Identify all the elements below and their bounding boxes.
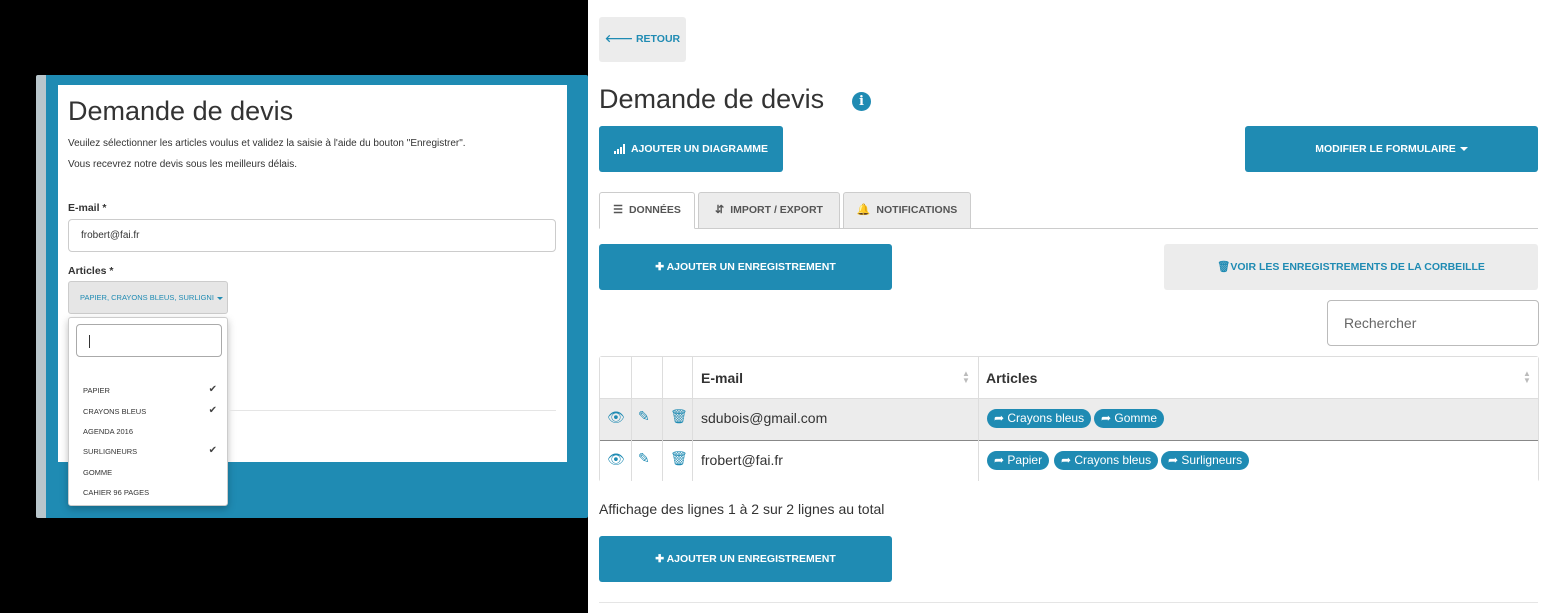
form-preview-intro-line2: Vous recevrez notre devis sous les meill… <box>68 159 297 170</box>
sort-icon[interactable]: ▲ ▼ <box>1523 370 1531 385</box>
trash-icon: 🗑 <box>1217 261 1231 273</box>
tab-label: NOTIFICATIONS <box>876 204 958 216</box>
pencil-icon[interactable]: ✎ <box>638 408 650 425</box>
dropdown-search-input[interactable] <box>76 324 222 357</box>
check-icon: ✔ <box>208 384 217 395</box>
records-table: E-mail ▲ ▼ Articles ▲ ▼ 👁 ✎ 🗑 sdubois@gmai… <box>599 356 1539 482</box>
add-chart-label: AJOUTER UN DIAGRAMME <box>630 143 769 155</box>
sort-icon[interactable]: ▲ ▼ <box>962 370 970 385</box>
email-label: E-mail * <box>68 202 107 214</box>
pencil-icon[interactable]: ✎ <box>638 450 650 467</box>
articles-multiselect-value: PAPIER, CRAYONS BLEUS, SURLIGNI <box>80 293 214 302</box>
page-title: Demande de devis <box>599 84 825 114</box>
article-chip: ➦ Papier <box>987 451 1050 470</box>
option-label: CRAYONS BLEUS <box>83 407 147 416</box>
tab-import-export[interactable]: ⇵ IMPORT / EXPORT <box>698 192 840 229</box>
column-divider <box>631 357 632 481</box>
trash-icon[interactable]: 🗑 <box>670 408 688 425</box>
plus-icon: ✚ <box>655 261 667 273</box>
add-record-label: AJOUTER UN ENREGISTREMENT <box>666 261 836 273</box>
cell-email: frobert@fai.fr <box>701 452 783 468</box>
column-header-email[interactable]: E-mail <box>701 370 743 386</box>
arrow-left-icon: 🡐 <box>604 33 634 45</box>
eye-icon[interactable]: 👁 <box>607 409 625 426</box>
plus-icon: ✚ <box>655 553 667 565</box>
cell-email: sdubois@gmail.com <box>701 410 828 426</box>
option-label: CAHIER 96 PAGES <box>83 488 150 497</box>
view-trash-button[interactable]: 🗑VOIR LES ENREGISTREMENTS DE LA CORBEILL… <box>1164 244 1538 290</box>
column-header-articles[interactable]: Articles <box>986 370 1037 386</box>
modify-form-button[interactable]: MODIFIER LE FORMULAIRE <box>1245 126 1538 172</box>
option-label: AGENDA 2016 <box>83 427 134 436</box>
table-row: 👁 ✎ 🗑 frobert@fai.fr ➦ Papier ➦ Crayons … <box>600 440 1538 482</box>
add-record-button-top[interactable]: ✚ AJOUTER UN ENREGISTREMENT <box>599 244 892 290</box>
column-divider <box>978 357 979 481</box>
trash-icon[interactable]: 🗑 <box>670 450 688 467</box>
bell-icon: 🔔 <box>856 204 871 216</box>
tab-label: DONNÉES <box>628 204 681 216</box>
bar-chart-icon <box>613 144 625 155</box>
caret-down-icon <box>1459 147 1468 152</box>
info-circle-icon[interactable]: i <box>852 92 871 111</box>
column-divider <box>662 357 663 481</box>
text-cursor <box>89 335 90 348</box>
column-divider <box>692 357 693 481</box>
article-chip: ➦ Crayons bleus <box>987 409 1092 428</box>
check-icon: ✔ <box>208 445 217 456</box>
option-label: SURLIGNEURS <box>83 447 138 456</box>
dropdown-option-cahier-96-pages[interactable]: CAHIER 96 PAGES <box>83 488 217 497</box>
table-header: E-mail ▲ ▼ Articles ▲ ▼ <box>600 357 1538 398</box>
add-record-button-bottom[interactable]: ✚ AJOUTER UN ENREGISTREMENT <box>599 536 892 582</box>
articles-dropdown: PAPIER ✔ CRAYONS BLEUS ✔ AGENDA 2016 SURLI… <box>68 317 228 506</box>
table-row: 👁 ✎ 🗑 sdubois@gmail.com ➦ Crayons bleus … <box>600 398 1538 440</box>
articles-multiselect-button[interactable]: PAPIER, CRAYONS BLEUS, SURLIGNI <box>68 281 228 314</box>
bottom-divider <box>599 602 1538 603</box>
modify-form-label: MODIFIER LE FORMULAIRE <box>1315 143 1456 155</box>
eye-icon[interactable]: 👁 <box>607 451 625 468</box>
import-export-icon: ⇵ <box>715 204 725 216</box>
tab-label: IMPORT / EXPORT <box>730 204 823 216</box>
page-root: Demande de devis Veuilez sélectionner le… <box>0 0 1546 613</box>
check-icon: ✔ <box>208 405 217 416</box>
dropdown-option-gomme[interactable]: GOMME <box>83 468 217 477</box>
dropdown-option-agenda-2016[interactable]: AGENDA 2016 <box>83 427 217 436</box>
tab-notifications[interactable]: 🔔 NOTIFICATIONS <box>843 192 971 229</box>
pagination-summary: Affichage des lignes 1 à 2 sur 2 lignes … <box>599 501 885 517</box>
search-input[interactable]: Rechercher <box>1327 300 1539 346</box>
option-label: GOMME <box>83 468 113 477</box>
email-field[interactable]: frobert@fai.fr <box>68 219 556 252</box>
article-chip: ➦ Crayons bleus <box>1054 451 1159 470</box>
add-record-label: AJOUTER UN ENREGISTREMENT <box>666 553 836 565</box>
back-button[interactable]: 🡐 RETOUR <box>599 17 686 62</box>
add-chart-button[interactable]: AJOUTER UN DIAGRAMME <box>599 126 783 172</box>
back-button-label: RETOUR <box>635 33 681 45</box>
tab-donnees[interactable]: ☰ DONNÉES <box>599 192 695 229</box>
view-trash-label: VOIR LES ENREGISTREMENTS DE LA CORBEILLE <box>1230 261 1485 273</box>
article-chip: ➦ Surligneurs <box>1161 451 1250 470</box>
form-preview-title: Demande de devis <box>68 96 294 126</box>
dropdown-option-papier[interactable]: PAPIER ✔ <box>83 384 217 395</box>
article-chip: ➦ Gomme <box>1094 409 1165 428</box>
form-divider <box>228 410 556 411</box>
dropdown-option-surligneurs[interactable]: SURLIGNEURS ✔ <box>83 445 217 456</box>
caret-down-icon <box>216 296 223 300</box>
form-preview-intro-line1: Veuilez sélectionner les articles voulus… <box>68 138 466 149</box>
articles-label: Articles * <box>68 265 114 277</box>
list-icon: ☰ <box>613 204 623 216</box>
option-label: PAPIER <box>83 386 110 395</box>
dropdown-option-crayons-bleus[interactable]: CRAYONS BLEUS ✔ <box>83 405 217 416</box>
